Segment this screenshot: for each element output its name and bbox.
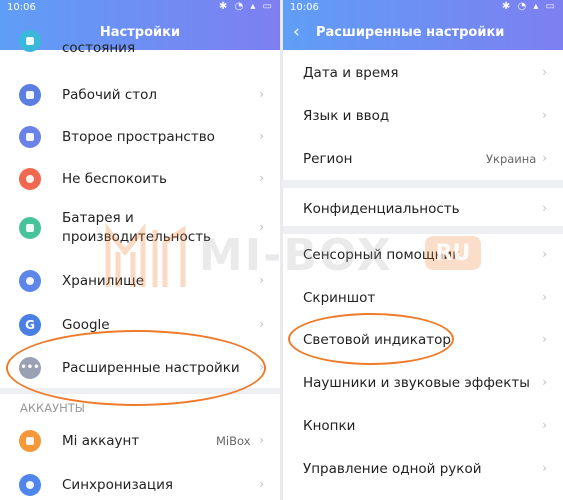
chevron-right-icon: › [259,433,264,447]
chevron-right-icon: › [259,360,264,374]
chevron-right-icon: › [542,201,547,215]
status-time: 10:06 [7,2,36,13]
chevron-right-icon: › [259,477,264,491]
item-label: Световой индикатор [303,332,451,348]
item-label: Google [62,317,110,333]
back-arrow-icon[interactable]: ‹ [293,22,300,42]
item-label: Рабочий стол [62,87,157,103]
item-label: Управление одной рукой [303,461,482,477]
item-label: Скриншот [303,290,376,306]
chevron-right-icon: › [542,151,547,165]
section-divider [283,226,563,234]
list-item-sync[interactable]: Синхронизация › [0,464,280,500]
chevron-right-icon: › [259,87,264,101]
chevron-right-icon: › [542,65,547,79]
list-item-status[interactable]: состояния [0,30,280,64]
status-icon [19,30,41,52]
second-space-icon [19,126,41,148]
settings-panel: 10:06 ✱ ◔ ▴ ▭ Настройки состояния Рабочи… [0,0,280,500]
item-label: Mi аккаунт [62,433,140,449]
home-icon [19,84,41,106]
list-item-touch-assistant[interactable]: Сенсорный помощник › [283,234,563,276]
chevron-right-icon: › [259,317,264,331]
section-divider [0,388,280,394]
status-time: 10:06 [290,2,319,13]
chevron-right-icon: › [259,273,264,287]
dnd-icon [19,168,41,190]
page-title: Расширенные настройки [316,25,505,40]
battery-icon [19,217,41,239]
list-item-google[interactable]: G Google › [0,304,280,346]
item-label: Батарея и [62,210,134,226]
chevron-right-icon: › [542,247,547,261]
section-label-accounts: АККАУНТЫ [20,401,85,415]
mi-account-icon [19,430,41,452]
chevron-right-icon: › [259,171,264,185]
list-item-screenshot[interactable]: Скриншот › [283,277,563,319]
list-item-headphones[interactable]: Наушники и звуковые эффекты › [283,362,563,404]
list-item-privacy[interactable]: Конфиденциальность › [283,188,563,230]
chevron-right-icon: › [542,375,547,389]
item-label: состояния [62,40,136,56]
item-label: Конфиденциальность [303,201,460,217]
list-item-language[interactable]: Язык и ввод › [283,95,563,137]
list-item-mi-account[interactable]: Mi аккаунт MiBox › [0,420,280,462]
item-label: Регион [303,151,353,167]
item-label: Не беспокоить [62,171,167,187]
chevron-right-icon: › [259,129,264,143]
google-icon: G [19,314,41,336]
item-value: Украина [486,152,537,166]
item-label: Синхронизация [62,477,173,493]
item-label: Дата и время [303,65,399,81]
chevron-right-icon: › [542,332,547,346]
chevron-right-icon: › [542,418,547,432]
advanced-settings-panel: 10:06 ✱ ◔ ▴ ▭ ‹ Расширенные настройки Да… [283,0,563,500]
chevron-right-icon: › [542,461,547,475]
status-icons: ✱ ◔ ▴ ▭ [218,1,274,12]
list-item-do-not-disturb[interactable]: Не беспокоить › [0,158,280,200]
item-label: Хранилище [62,273,145,289]
item-label: Сенсорный помощник [303,247,461,263]
item-value: MiBox [216,434,251,448]
status-icons: ✱ ◔ ▴ ▭ [501,1,557,12]
list-item-battery[interactable]: Батарея и производительность › [0,200,280,256]
storage-icon [19,270,41,292]
list-item-home-screen[interactable]: Рабочий стол › [0,74,280,116]
list-item-storage[interactable]: Хранилище › [0,260,280,302]
item-label: Язык и ввод [303,108,390,124]
item-label: Расширенные настройки [62,360,240,376]
list-item-one-hand[interactable]: Управление одной рукой › [283,448,563,490]
list-item-second-space[interactable]: Второе пространство › [0,116,280,158]
list-item-buttons[interactable]: Кнопки › [283,405,563,447]
list-item-advanced-settings[interactable]: ••• Расширенные настройки › [0,347,280,389]
more-icon: ••• [19,357,41,379]
sync-icon [19,474,41,496]
item-label-line2: производительность [62,229,212,245]
list-item-region[interactable]: Регион Украина › [283,138,563,180]
item-label: Второе пространство [62,129,215,145]
advanced-header: 10:06 ✱ ◔ ▴ ▭ ‹ Расширенные настройки [283,0,563,50]
item-label: Кнопки [303,418,356,434]
chevron-right-icon: › [542,108,547,122]
list-item-led-indicator[interactable]: Световой индикатор › [283,319,563,361]
item-label: Наушники и звуковые эффекты [303,375,530,391]
list-item-date-time[interactable]: Дата и время › [283,52,563,94]
chevron-right-icon: › [259,220,264,234]
section-divider [283,180,563,188]
chevron-right-icon: › [542,290,547,304]
